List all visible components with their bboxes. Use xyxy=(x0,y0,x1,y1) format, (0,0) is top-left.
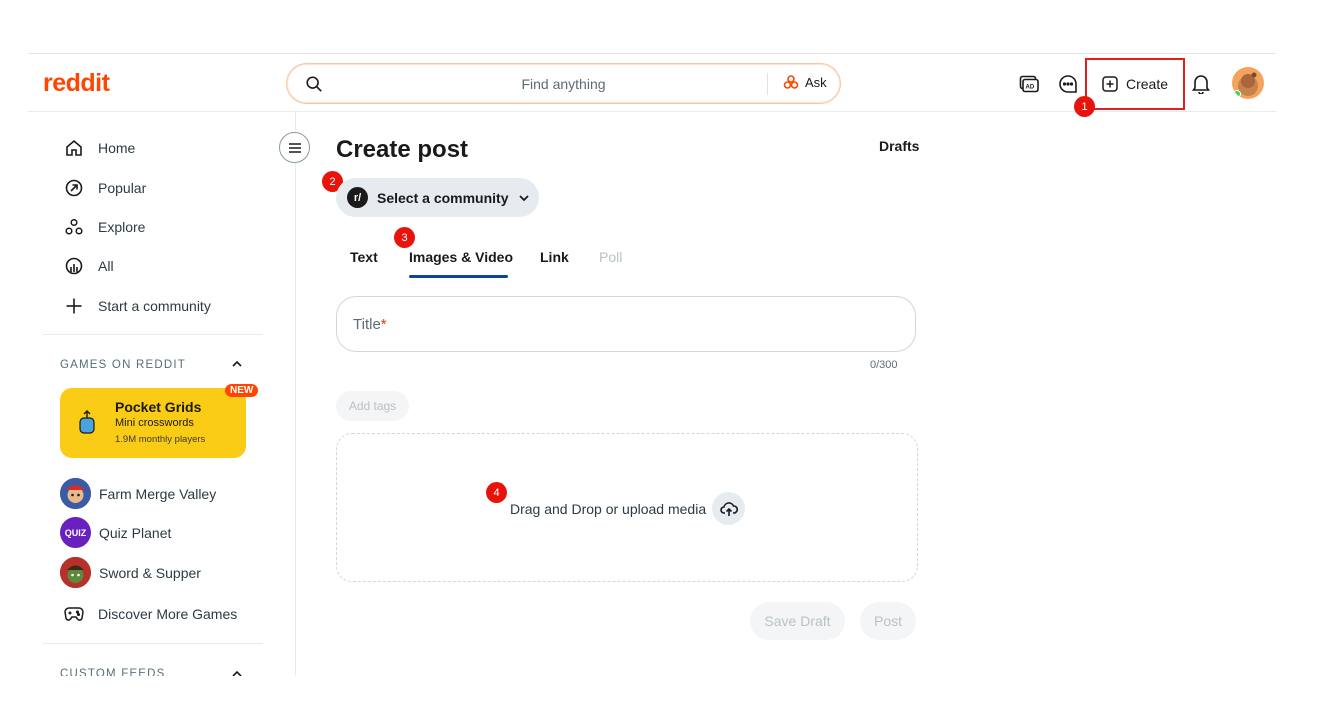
featured-game-players: 1.9M monthly players xyxy=(115,434,206,445)
sidebar-item-discover-games[interactable]: Discover More Games xyxy=(64,604,237,624)
tab-poll[interactable]: Poll xyxy=(599,249,622,265)
sidebar-item-label: All xyxy=(98,258,114,274)
search-divider xyxy=(767,73,768,95)
game-item-label: Sword & Supper xyxy=(99,564,201,581)
sidebar-divider xyxy=(43,643,263,644)
pocket-grids-icon xyxy=(79,410,95,434)
ask-icon xyxy=(783,75,799,89)
select-community-label: Select a community xyxy=(377,189,509,206)
reddit-logo[interactable]: reddit xyxy=(43,69,110,98)
chevron-down-icon xyxy=(518,194,529,201)
annotation-marker-4: 4 xyxy=(486,482,507,503)
game-item-farm-merge-valley[interactable]: Farm Merge Valley xyxy=(60,478,216,509)
upload-media-button[interactable] xyxy=(712,492,745,525)
required-mark: * xyxy=(380,316,387,333)
sidebar-item-label: Discover More Games xyxy=(98,606,238,622)
featured-game-subtitle: Mini crosswords xyxy=(115,417,194,429)
gamepad-icon xyxy=(64,604,84,624)
chat-icon[interactable] xyxy=(1057,73,1079,95)
post-button[interactable]: Post xyxy=(860,602,916,640)
ask-label: Ask xyxy=(805,74,827,90)
active-tab-indicator xyxy=(409,275,508,278)
home-icon xyxy=(64,138,84,158)
app-frame: reddit Find anything Ask AD Create 1 Hom… xyxy=(28,53,1276,676)
sidebar-item-label: Popular xyxy=(98,180,147,196)
all-icon xyxy=(64,256,84,276)
create-button[interactable]: Create xyxy=(1085,58,1185,110)
plus-icon xyxy=(64,296,84,316)
svg-text:AD: AD xyxy=(1026,85,1035,91)
annotation-marker-1: 1 xyxy=(1074,96,1095,117)
sidebar-item-label: Start a community xyxy=(98,298,211,314)
select-community-dropdown[interactable]: r/ Select a community xyxy=(336,178,539,217)
sidebar-divider xyxy=(43,334,263,335)
farm-merge-valley-avatar xyxy=(60,478,91,509)
user-avatar[interactable] xyxy=(1232,67,1264,99)
dropzone-label: Drag and Drop or upload media xyxy=(510,501,707,517)
featured-game-card[interactable]: Pocket Grids Mini crosswords 1.9M monthl… xyxy=(60,388,246,458)
media-dropzone[interactable]: Drag and Drop or upload media xyxy=(336,433,918,582)
game-item-label: Quiz Planet xyxy=(99,524,172,541)
featured-game-title: Pocket Grids xyxy=(115,399,202,415)
create-label: Create xyxy=(1125,76,1169,92)
menu-icon xyxy=(288,142,301,153)
ask-button[interactable]: Ask xyxy=(783,74,827,90)
quiz-planet-avatar: QUIZ xyxy=(60,517,91,548)
games-section-heading: GAMES ON REDDIT xyxy=(60,359,186,371)
tab-link[interactable]: Link xyxy=(540,249,569,265)
title-placeholder: Title* xyxy=(353,316,387,333)
save-draft-button[interactable]: Save Draft xyxy=(750,602,845,640)
sword-supper-avatar xyxy=(60,557,91,588)
sidebar-item-start-community[interactable]: Start a community xyxy=(64,296,211,316)
search-bar[interactable]: Find anything Ask xyxy=(286,63,841,104)
tab-images-video[interactable]: Images & Video xyxy=(409,249,513,265)
advertise-icon[interactable]: AD xyxy=(1018,73,1040,95)
title-placeholder-text: Title xyxy=(353,316,381,333)
search-placeholder: Find anything xyxy=(521,76,606,92)
game-item-quiz-planet[interactable]: QUIZ Quiz Planet xyxy=(60,517,171,548)
add-tags-button[interactable]: Add tags xyxy=(336,391,409,421)
popular-icon xyxy=(64,178,84,198)
sidebar-item-explore[interactable]: Explore xyxy=(64,217,145,237)
chevron-up-icon[interactable] xyxy=(230,667,244,676)
sidebar-item-label: Home xyxy=(98,140,136,156)
chevron-up-icon[interactable] xyxy=(230,357,244,371)
sidebar-item-label: Explore xyxy=(98,219,146,235)
page-title: Create post xyxy=(336,136,469,163)
new-badge: NEW xyxy=(225,384,259,397)
annotation-marker-3: 3 xyxy=(394,227,415,248)
online-status-dot xyxy=(1233,90,1241,98)
sidebar-item-popular[interactable]: Popular xyxy=(64,178,146,198)
title-field[interactable]: Title* xyxy=(336,296,916,352)
collapse-sidebar-button[interactable] xyxy=(279,132,310,163)
title-char-counter: 0/300 xyxy=(870,359,898,371)
subreddit-logo-icon: r/ xyxy=(347,187,368,208)
left-sidebar: Home Popular Explore All Start a communi… xyxy=(28,112,296,676)
custom-feeds-heading: CUSTOM FEEDS xyxy=(60,668,166,676)
game-item-sword-supper[interactable]: Sword & Supper xyxy=(60,557,201,588)
cloud-upload-icon xyxy=(719,501,738,516)
sidebar-item-home[interactable]: Home xyxy=(64,138,135,158)
notification-bell-icon[interactable] xyxy=(1190,73,1212,95)
game-item-label: Farm Merge Valley xyxy=(99,485,217,502)
plus-square-icon xyxy=(1102,76,1118,92)
tab-text[interactable]: Text xyxy=(350,249,378,265)
drafts-link[interactable]: Drafts xyxy=(879,138,919,154)
explore-icon xyxy=(64,217,84,237)
sidebar-item-all[interactable]: All xyxy=(64,256,114,276)
